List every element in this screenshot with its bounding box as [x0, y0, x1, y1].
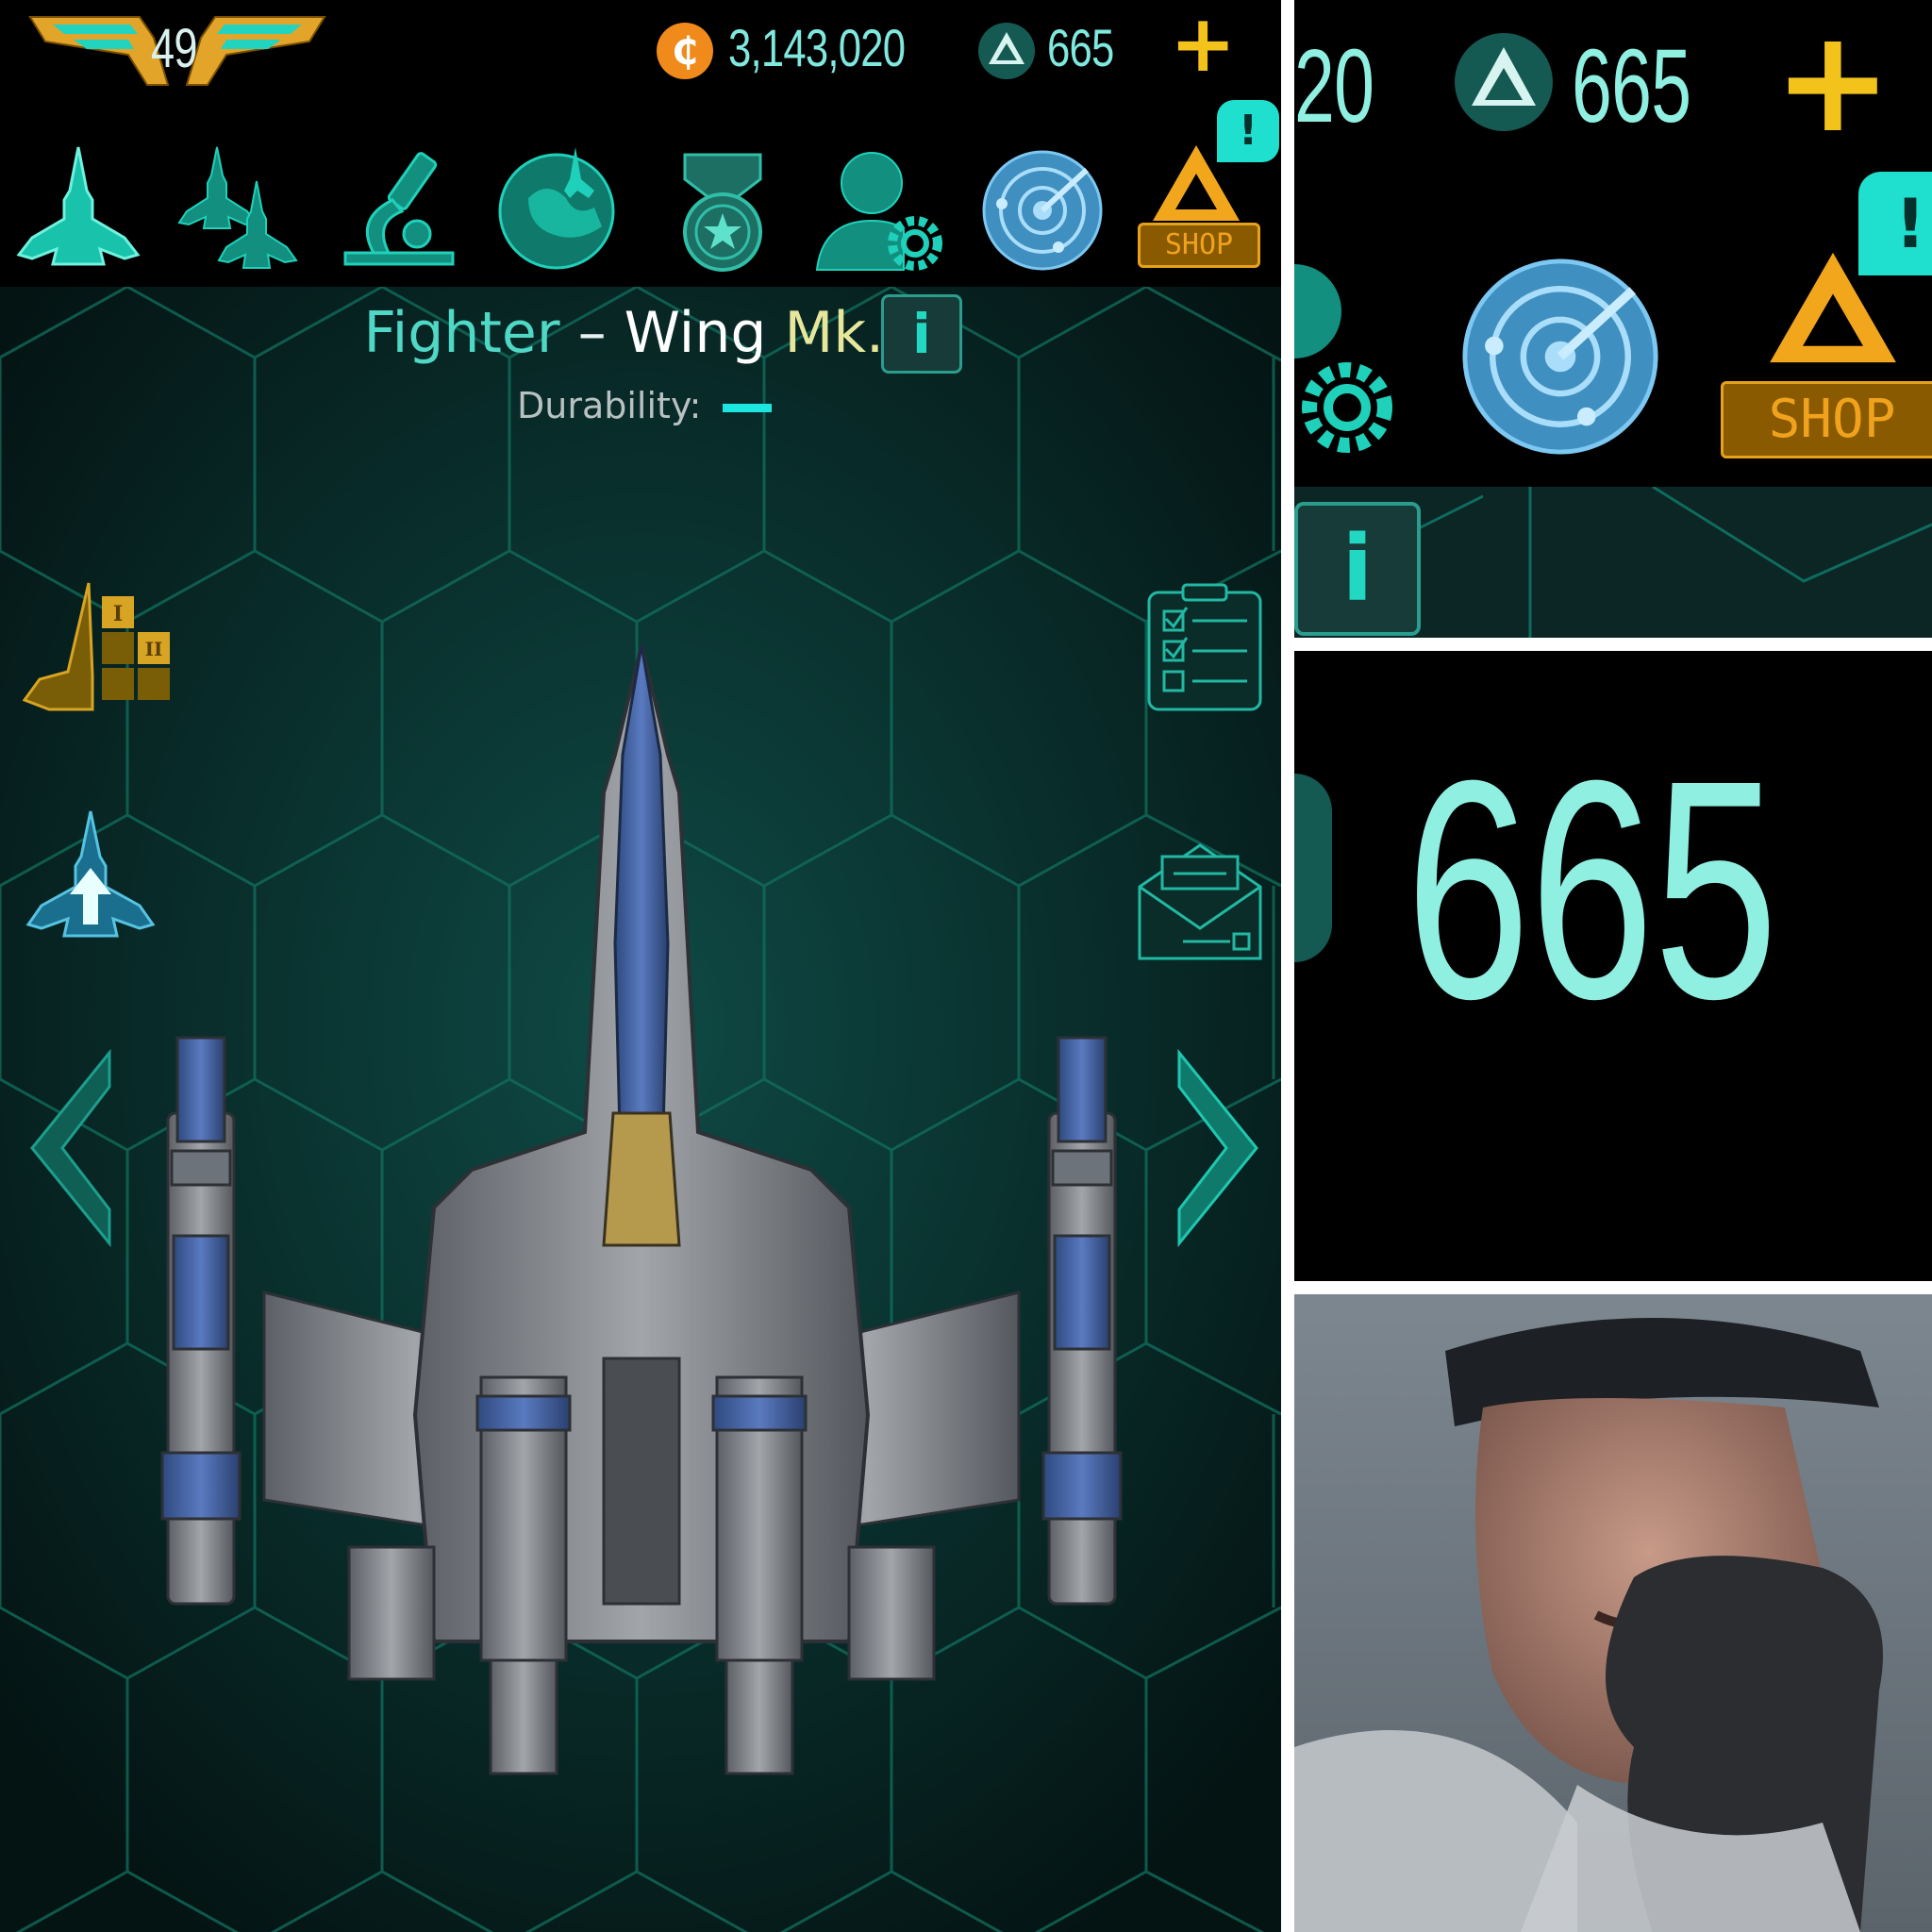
mail-icon[interactable]	[1136, 841, 1264, 962]
zoom-topbar-panel: 20 665 + SHOP ! i	[1294, 0, 1932, 638]
game-screen: 49 ₵ 3,143,020 665 + SHOP ! Fighter – Wi…	[0, 0, 1281, 1932]
ship-info-button[interactable]: i	[881, 294, 962, 374]
player-level: 49	[151, 18, 198, 79]
title-separator: –	[559, 300, 625, 366]
ship-name: Wing	[624, 300, 767, 366]
nav-fighter-ship-icon[interactable]	[13, 143, 143, 272]
nav-profile-settings-icon[interactable]	[813, 149, 949, 274]
nav-radar-icon[interactable]	[981, 149, 1104, 272]
zoom-gems-panel: 665	[1294, 651, 1932, 1281]
ship-illustration	[160, 644, 1123, 1775]
zoom-gems-amount: 665	[1572, 28, 1691, 144]
gems-icon	[978, 23, 1035, 79]
gems-amount: 665	[1047, 18, 1114, 77]
chevron-left-icon[interactable]	[28, 1049, 113, 1247]
zoom-credits-partial: 20	[1294, 28, 1374, 144]
shop-notification-badge: !	[1217, 100, 1279, 162]
svg-text:I: I	[113, 602, 123, 626]
nav-research-microscope-icon[interactable]	[336, 143, 462, 272]
durability-bar	[723, 404, 772, 412]
zoom-radar-icon	[1462, 258, 1658, 455]
chevron-right-icon[interactable]	[1175, 1049, 1260, 1247]
add-currency-button[interactable]: +	[1170, 4, 1236, 83]
zoom-gems-icon	[1455, 33, 1553, 131]
zoom-large-gems-amount: 665	[1406, 715, 1778, 1063]
svg-text:₵: ₵	[672, 30, 698, 74]
reaction-photo-illustration	[1294, 1294, 1932, 1932]
nav-missions-planet-icon[interactable]	[491, 142, 628, 274]
ranking-icon[interactable]: I II	[21, 581, 172, 713]
zoom-gem-edge	[1294, 774, 1332, 962]
ship-title: Fighter – Wing Mk.II	[0, 300, 1281, 366]
zoom-profile-settings-icon	[1294, 264, 1392, 453]
reaction-photo	[1294, 1294, 1932, 1932]
credits-amount: 3,143,020	[728, 18, 906, 77]
zoom-shop-label: SHOP	[1721, 381, 1932, 458]
upgrade-ship-icon[interactable]	[23, 808, 158, 940]
ship-class: Fighter	[363, 300, 560, 366]
nav-medal-icon[interactable]	[675, 151, 770, 274]
zoom-info-button: i	[1294, 502, 1421, 636]
zoom-add-currency-button[interactable]: +	[1774, 11, 1892, 153]
checklist-icon[interactable]	[1145, 581, 1264, 713]
nav-shop-label[interactable]: SHOP	[1138, 223, 1260, 268]
zoom-shop-badge: !	[1858, 172, 1932, 275]
durability-label: Durability:	[517, 385, 702, 426]
nav-squadron-icon[interactable]	[170, 143, 309, 272]
credits-coin-icon: ₵	[657, 23, 713, 79]
